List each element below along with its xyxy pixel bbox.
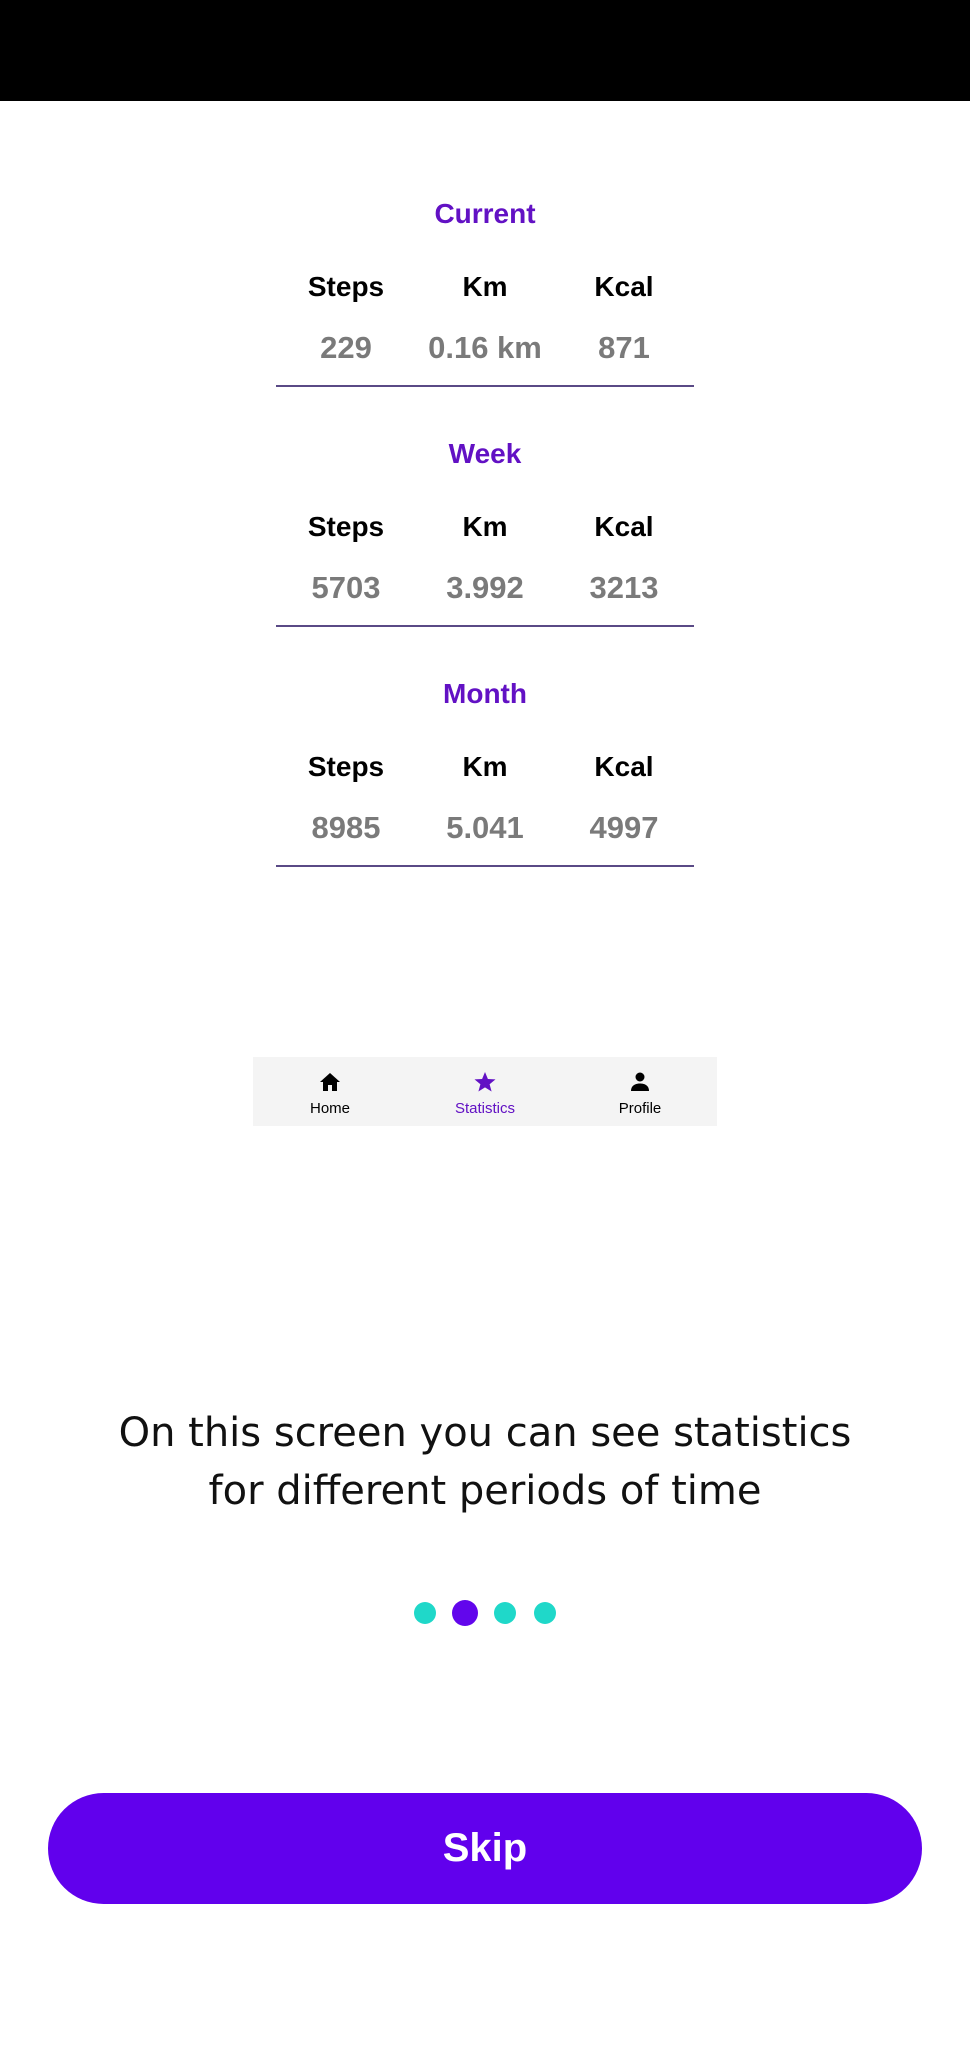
- steps-value: 5703: [311, 570, 381, 605]
- km-value: 5.041: [446, 810, 524, 845]
- page-dot-active[interactable]: [452, 1600, 478, 1626]
- page-indicator: [414, 1600, 559, 1626]
- kcal-value: 3213: [589, 570, 659, 605]
- column-label: Kcal: [594, 511, 654, 542]
- kcal-value: 871: [598, 330, 650, 365]
- column-label: Km: [462, 511, 508, 542]
- nav-item-statistics[interactable]: Statistics: [408, 1057, 562, 1126]
- bottom-navigation: Home Statistics Profile: [253, 1057, 717, 1126]
- section-title: Current: [434, 198, 536, 229]
- column-label: Kcal: [594, 271, 654, 302]
- nav-label: Home: [309, 1100, 350, 1117]
- description-line: for different periods of time: [208, 1468, 762, 1514]
- section-title: Week: [448, 438, 522, 469]
- nav-item-home[interactable]: Home: [253, 1057, 407, 1126]
- month-stats-section: Month Steps 8985 Km 5.041 Kcal 4997: [276, 677, 694, 869]
- km-value: 3.992: [446, 570, 524, 605]
- steps-value: 229: [320, 330, 372, 365]
- description-line: On this screen you can see statistics: [118, 1410, 852, 1456]
- star-icon: [474, 1072, 496, 1092]
- divider: [276, 865, 694, 867]
- steps-value: 8985: [311, 810, 381, 845]
- home-icon: [320, 1073, 340, 1091]
- page-dot[interactable]: [494, 1602, 516, 1624]
- km-value: 0.16 km: [428, 330, 542, 365]
- nav-label: Profile: [618, 1100, 662, 1117]
- section-title: Month: [443, 678, 527, 709]
- skip-button[interactable]: Skip: [48, 1793, 922, 1904]
- nav-item-profile[interactable]: Profile: [563, 1057, 717, 1126]
- current-stats-section: Current Steps 229 Km 0.16 km Kcal 871: [276, 197, 694, 389]
- column-label: Kcal: [594, 751, 654, 782]
- onboarding-description: On this screen you can see statistics fo…: [80, 1404, 890, 1520]
- column-label: Km: [462, 271, 508, 302]
- person-icon: [631, 1072, 649, 1091]
- column-label: Steps: [307, 511, 385, 542]
- week-stats-section: Week Steps 5703 Km 3.992 Kcal 3213: [276, 437, 694, 629]
- divider: [276, 385, 694, 387]
- column-label: Steps: [307, 751, 385, 782]
- column-label: Steps: [307, 271, 385, 302]
- divider: [276, 625, 694, 627]
- page-dot[interactable]: [414, 1602, 436, 1624]
- column-label: Km: [462, 751, 508, 782]
- kcal-value: 4997: [589, 810, 659, 845]
- status-bar: [0, 0, 970, 101]
- page-dot[interactable]: [534, 1602, 556, 1624]
- nav-label: Statistics: [454, 1100, 515, 1117]
